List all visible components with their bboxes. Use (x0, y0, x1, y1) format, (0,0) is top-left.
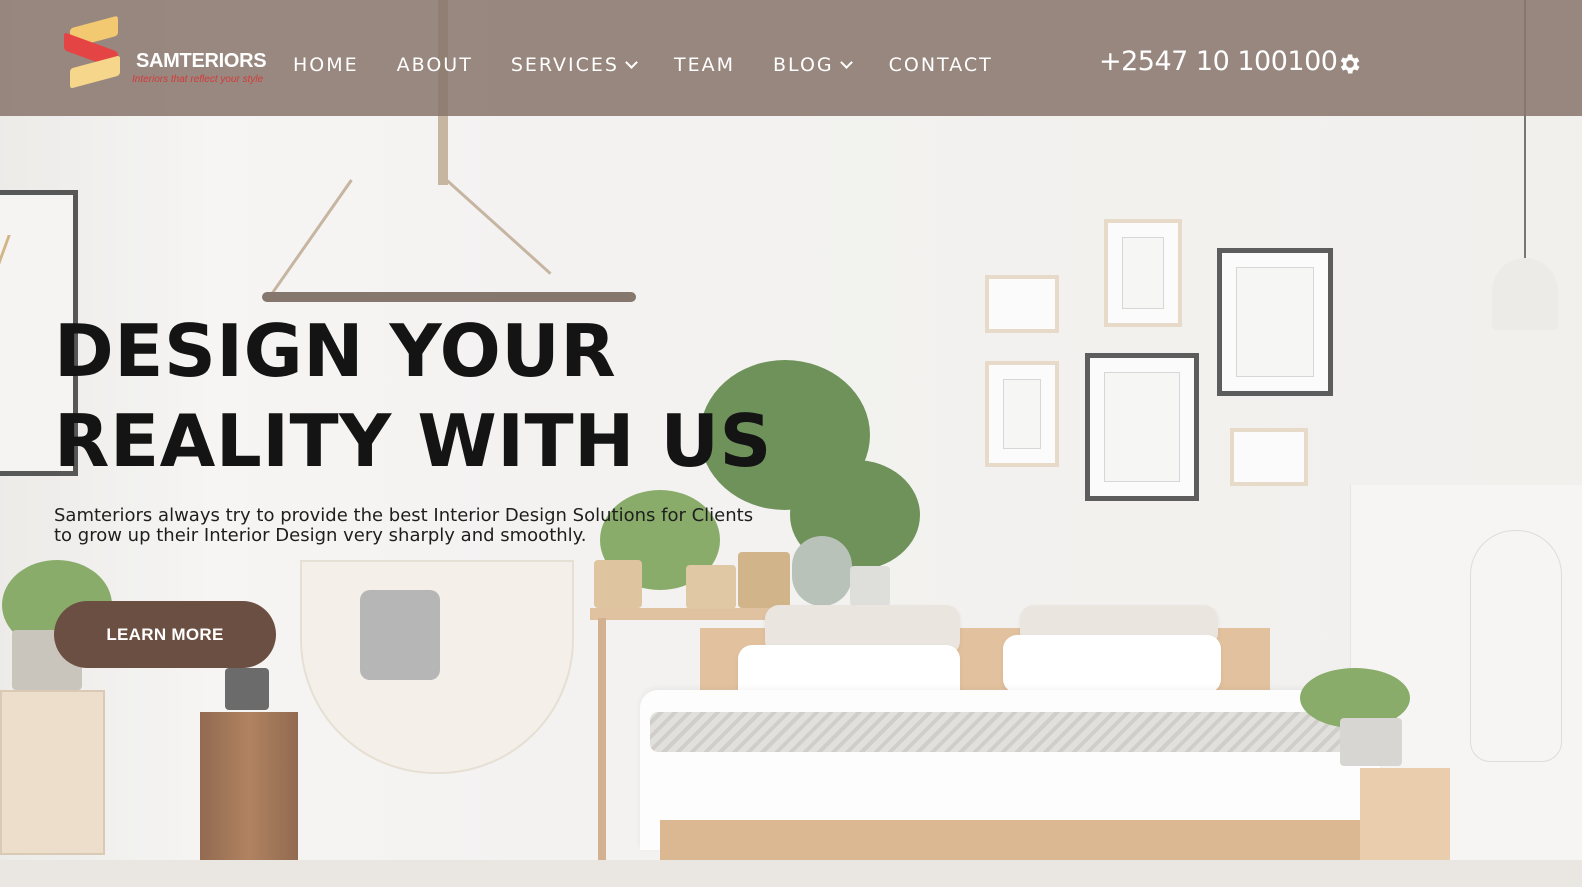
nav-item-home[interactable]: HOME (293, 54, 359, 76)
hero-headline: DESIGN YOUR REALITY WITH US (54, 306, 772, 486)
nav-item-about[interactable]: ABOUT (397, 54, 473, 76)
gear-icon[interactable] (1336, 51, 1362, 77)
brand-tagline: Interiors that reflect your style (132, 74, 264, 85)
hero-headline-line-1: DESIGN YOUR (54, 309, 617, 393)
nav-item-label: ABOUT (396, 54, 473, 76)
nav-item-team[interactable]: TEAM (674, 54, 735, 76)
nav-item-label: CONTACT (888, 54, 993, 76)
brand-name: SAMTERIORS (136, 50, 267, 72)
main-navigation: HOME ABOUT SERVICES TEAM BLOG CONTACT (293, 50, 1031, 80)
phone-number-link[interactable]: +2547 10 100100 (1099, 46, 1338, 77)
hero-subtitle: Samteriors always try to provide the bes… (54, 505, 754, 546)
nav-item-label: HOME (293, 54, 359, 76)
nav-item-label: SERVICES (510, 54, 619, 76)
chevron-down-icon (839, 55, 853, 69)
learn-more-button[interactable]: LEARN MORE (54, 601, 276, 668)
nav-item-contact[interactable]: CONTACT (889, 54, 993, 76)
nav-item-services[interactable]: SERVICES (510, 54, 638, 76)
nav-item-blog[interactable]: BLOG (773, 54, 853, 76)
logo-mark-icon (64, 15, 124, 89)
brand-logo[interactable]: SAMTERIORS Interiors that reflect your s… (64, 15, 279, 90)
nav-item-label: BLOG (773, 54, 834, 76)
site-header: SAMTERIORS Interiors that reflect your s… (0, 0, 1582, 116)
chevron-down-icon (625, 55, 638, 69)
hero-headline-line-2: REALITY WITH US (54, 399, 772, 483)
nav-item-label: TEAM (673, 54, 735, 76)
